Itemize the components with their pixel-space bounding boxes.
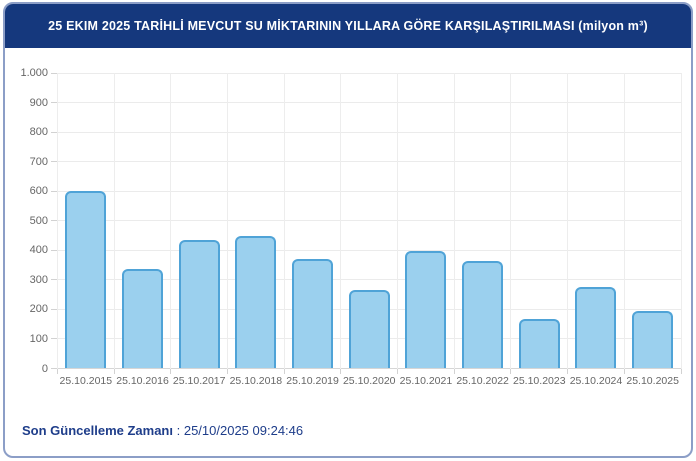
last-update-label: Son Güncelleme Zamanı [22,423,173,438]
last-update-value: 25/10/2025 09:24:46 [183,423,304,438]
last-update-line: Son Güncelleme Zamanı : 25/10/2025 09:24… [22,423,303,438]
water-comparison-widget: 25 EKIM 2025 TARİHLİ MEVCUT SU MİKTARINI… [0,0,696,461]
bar-25.10.2021[interactable] [405,250,447,369]
bar-25.10.2023[interactable] [518,319,560,369]
bar-25.10.2015[interactable] [65,191,107,369]
bar-25.10.2022[interactable] [462,260,504,369]
bar-25.10.2018[interactable] [235,236,277,369]
bar-25.10.2020[interactable] [348,289,390,369]
chart-title: 25 EKIM 2025 TARİHLİ MEVCUT SU MİKTARINI… [48,19,648,33]
bar-25.10.2017[interactable] [178,239,220,369]
bar-25.10.2016[interactable] [122,268,164,369]
bar-25.10.2019[interactable] [292,258,334,369]
last-update-separator: : [173,423,184,438]
chart-card: 25 EKIM 2025 TARİHLİ MEVCUT SU MİKTARINI… [3,2,693,458]
bar-25.10.2024[interactable] [575,286,617,369]
chart-header: 25 EKIM 2025 TARİHLİ MEVCUT SU MİKTARINI… [5,4,691,48]
bar-25.10.2025[interactable] [632,311,674,369]
